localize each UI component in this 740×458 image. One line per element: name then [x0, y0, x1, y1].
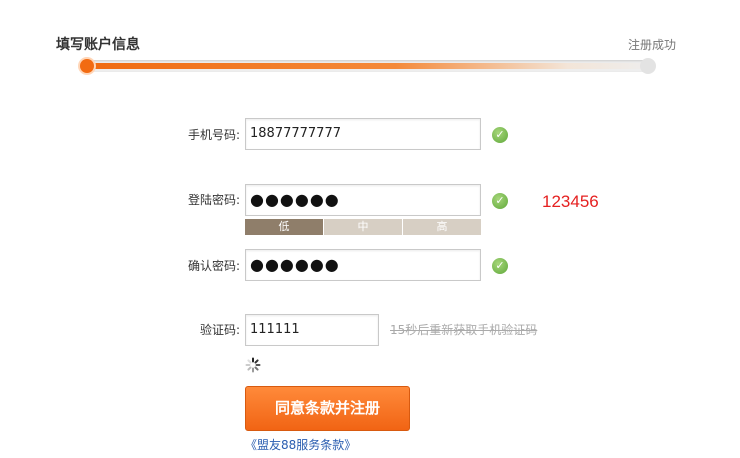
- strength-high: 高: [402, 219, 481, 235]
- phone-label: 手机号码:: [187, 128, 240, 142]
- password-input[interactable]: ●●●●●●: [245, 184, 481, 216]
- phone-input[interactable]: 18877777777: [245, 118, 481, 150]
- agree-register-button[interactable]: 同意条款并注册: [245, 386, 410, 431]
- confirm-password-input[interactable]: ●●●●●●: [245, 249, 481, 281]
- password-valid-check-icon: ✓: [492, 193, 508, 209]
- phone-valid-check-icon: ✓: [492, 127, 508, 143]
- progress-start-dot: [80, 59, 94, 73]
- captcha-input[interactable]: 111111: [245, 314, 379, 346]
- resend-code-text: 15秒后重新获取手机验证码: [390, 323, 538, 337]
- strength-low: 低: [245, 219, 323, 235]
- progress-track: [80, 60, 654, 72]
- password-label: 登陆密码:: [187, 193, 240, 207]
- strength-mid: 中: [323, 219, 402, 235]
- password-annotation: 123456: [542, 192, 599, 211]
- captcha-label: 验证码:: [199, 323, 240, 337]
- progress-end-dot: [640, 58, 656, 74]
- password-strength-meter: 低 中 高: [245, 219, 481, 235]
- confirm-valid-check-icon: ✓: [492, 258, 508, 274]
- terms-link[interactable]: 《盟友88服务条款》: [245, 436, 356, 453]
- confirm-label: 确认密码:: [187, 259, 240, 273]
- progress-fill: [80, 63, 654, 69]
- step-current-title: 填写账户信息: [56, 37, 140, 53]
- loading-spinner-icon: [245, 357, 261, 373]
- step-final-title: 注册成功: [627, 38, 676, 52]
